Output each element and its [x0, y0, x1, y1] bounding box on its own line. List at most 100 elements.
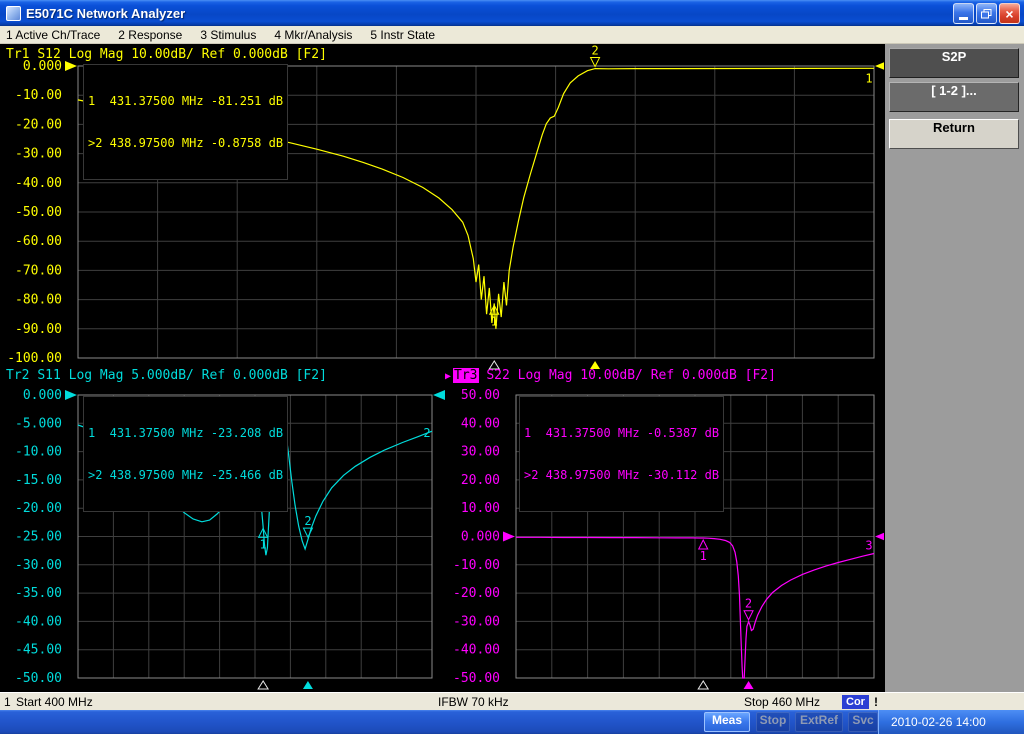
y-tick-label: -40.00	[453, 643, 500, 658]
ref-level-left-icon	[65, 61, 77, 71]
marker-2-readout: >2 438.97500 MHz -25.466 dB	[88, 468, 283, 482]
menu-mkr-analysis[interactable]: 4 Mkr/Analysis	[274, 28, 352, 42]
app-icon	[6, 6, 21, 21]
taskbar-clock: 2010-02-26 14:00	[879, 710, 1024, 734]
system-tray: 2010-02-26 14:00	[878, 710, 1024, 734]
y-tick-label: -20.00	[453, 586, 500, 601]
y-tick-label: -20.00	[15, 501, 62, 516]
marker-symbol	[591, 58, 600, 67]
active-trace-arrow: ▶	[445, 371, 451, 382]
trace-title-tr2: Tr2 S11 Log Mag 5.000dB/ Ref 0.000dB [F2…	[6, 368, 327, 383]
y-tick-label: -50.00	[15, 671, 62, 686]
y-tick-label: -45.00	[15, 643, 62, 658]
trace-title-tr3: ▶Tr3 S22 Log Mag 10.00dB/ Ref 0.000dB [F…	[445, 368, 776, 383]
y-tick-label: -30.00	[453, 614, 500, 629]
y-tick-label: 40.00	[461, 416, 500, 431]
y-tick-label: 0.000	[461, 530, 500, 545]
y-tick-label: -10.00	[453, 558, 500, 573]
y-tick-label: -50.00	[453, 671, 500, 686]
trace-number: 3	[865, 538, 872, 552]
marker-readout-tr3: 1 431.37500 MHz -0.5387 dB >2 438.97500 …	[519, 396, 724, 512]
window-controls: ×	[953, 3, 1020, 24]
y-tick-label: 50.00	[461, 388, 500, 403]
menu-instr-state[interactable]: 5 Instr State	[370, 28, 435, 42]
marker-number: 1	[491, 314, 498, 328]
minimize-icon	[959, 17, 968, 20]
menu-stimulus[interactable]: 3 Stimulus	[200, 28, 256, 42]
y-tick-label: 20.00	[461, 473, 500, 488]
channel-indicator: 1	[4, 695, 11, 709]
restore-button[interactable]	[976, 3, 997, 24]
trace-title-tr1: Tr1 S12 Log Mag 10.00dB/ Ref 0.000dB [F2…	[6, 47, 327, 62]
marker-readout-tr1: 1 431.37500 MHz -81.251 dB >2 438.97500 …	[83, 64, 288, 180]
softkey-menu-title: S2P	[889, 48, 1019, 78]
close-button[interactable]: ×	[999, 3, 1020, 24]
ref-level-right-icon	[433, 390, 445, 400]
marker-number: 2	[591, 44, 598, 58]
correction-badge: Cor	[842, 695, 869, 709]
taskbar: Meas Stop ExtRef Svc 2010-02-26 14:00	[0, 710, 1024, 734]
y-tick-label: -25.00	[15, 530, 62, 545]
marker-axis-indicator	[744, 681, 754, 689]
softkey-menu: S2P [ 1-2 ]... Return	[884, 44, 1024, 692]
y-tick-label: -30.00	[15, 558, 62, 573]
marker-number: 2	[745, 597, 752, 611]
trace-number: 2	[423, 426, 430, 440]
app-window: E5071C Network Analyzer × 1 Active Ch/Tr…	[0, 0, 1024, 734]
softkey-port-pair[interactable]: [ 1-2 ]...	[889, 82, 1019, 112]
y-tick-label: -40.00	[15, 176, 62, 191]
marker-axis-indicator	[698, 681, 708, 689]
marker-number: 1	[259, 537, 266, 551]
y-tick-label: 0.000	[23, 388, 62, 403]
ifbw-indicator: IFBW 70 kHz	[438, 695, 509, 709]
marker-number: 1	[700, 549, 707, 563]
alert-indicator: !	[874, 695, 878, 709]
y-tick-label: -5.000	[15, 416, 62, 431]
ref-level-left-icon	[65, 390, 77, 400]
marker-axis-indicator	[258, 681, 268, 689]
minimize-button[interactable]	[953, 3, 974, 24]
y-tick-label: -35.00	[15, 586, 62, 601]
marker-2-readout: >2 438.97500 MHz -0.8758 dB	[88, 136, 283, 150]
y-tick-label: -60.00	[15, 234, 62, 249]
window-title: E5071C Network Analyzer	[26, 6, 185, 21]
restore-icon	[981, 9, 992, 19]
trace-number: 1	[865, 71, 872, 85]
taskbar-stop-indicator: Stop	[756, 712, 790, 732]
titlebar: E5071C Network Analyzer ×	[0, 0, 1024, 26]
y-tick-label: -10.00	[15, 445, 62, 460]
menu-active-ch-trace[interactable]: 1 Active Ch/Trace	[6, 28, 100, 42]
marker-readout-tr2: 1 431.37500 MHz -23.208 dB >2 438.97500 …	[83, 396, 288, 512]
marker-symbol	[699, 540, 708, 549]
analyzer-screen: 0.000 -10.00 -20.00 -30.00 -40.00 -50.00 -60.0…	[0, 44, 884, 692]
y-tick-label: -40.00	[15, 614, 62, 629]
y-tick-label: -100.00	[7, 351, 62, 366]
y-tick-label: -15.00	[15, 473, 62, 488]
stop-frequency: Stop 460 MHz	[744, 695, 820, 709]
y-tick-label: -10.00	[15, 88, 62, 103]
taskbar-extref-indicator: ExtRef	[795, 712, 843, 732]
taskbar-meas-indicator: Meas	[704, 712, 750, 732]
y-tick-label: -80.00	[15, 293, 62, 308]
taskbar-svc-indicator: Svc	[848, 712, 878, 732]
marker-1-readout: 1 431.37500 MHz -0.5387 dB	[524, 426, 719, 440]
instrument-status-bar: 1 Start 400 MHz IFBW 70 kHz Stop 460 MHz…	[0, 692, 1024, 710]
y-tick-label: -50.00	[15, 205, 62, 220]
marker-1-readout: 1 431.37500 MHz -81.251 dB	[88, 94, 283, 108]
menu-response[interactable]: 2 Response	[118, 28, 182, 42]
marker-symbol	[744, 611, 753, 620]
softkey-return[interactable]: Return	[889, 119, 1019, 149]
y-tick-label: -30.00	[15, 147, 62, 162]
y-tick-label: -70.00	[15, 263, 62, 278]
menubar: 1 Active Ch/Trace 2 Response 3 Stimulus …	[0, 26, 1024, 44]
ref-level-left-icon	[503, 532, 515, 542]
y-tick-label: 10.00	[461, 501, 500, 516]
marker-number: 2	[304, 514, 311, 528]
marker-1-readout: 1 431.37500 MHz -23.208 dB	[88, 426, 283, 440]
marker-2-readout: >2 438.97500 MHz -30.112 dB	[524, 468, 719, 482]
marker-axis-indicator	[303, 681, 313, 689]
y-tick-label: -20.00	[15, 117, 62, 132]
y-tick-label: 30.00	[461, 445, 500, 460]
y-tick-label: -90.00	[15, 322, 62, 337]
start-frequency: Start 400 MHz	[16, 695, 93, 709]
